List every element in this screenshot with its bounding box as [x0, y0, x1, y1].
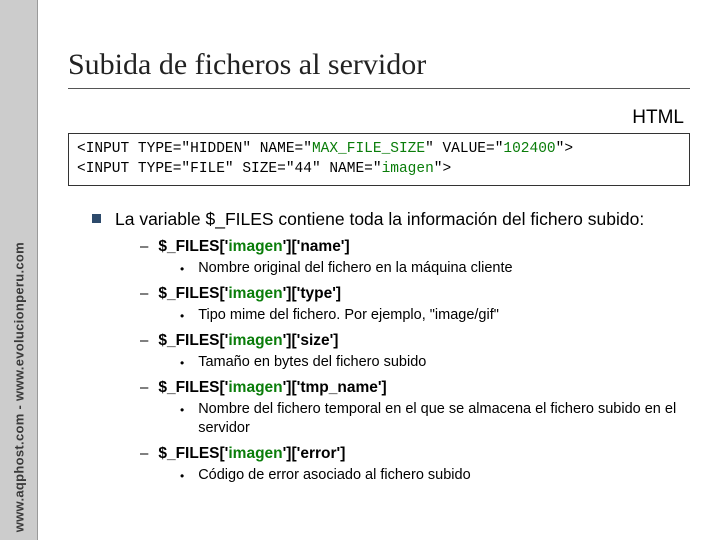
code-line-1: <INPUT TYPE="HIDDEN" NAME="MAX_FILE_SIZE…	[77, 141, 573, 157]
files-desc-row: • Nombre del fichero temporal en el que …	[140, 400, 690, 438]
sidebar: www.aqphost.com - www.evolucionperu.com	[0, 0, 38, 540]
files-key-row: – $_FILES['imagen']['name']	[140, 237, 690, 257]
dot-icon: •	[180, 469, 184, 483]
code-line-2: <INPUT TYPE="FILE" SIZE="44" NAME="image…	[77, 161, 451, 177]
bullet-item: La variable $_FILES contiene toda la inf…	[92, 208, 690, 231]
files-desc: Tamaño en bytes del fichero subido	[198, 353, 426, 372]
files-desc-row: • Nombre original del fichero en la máqu…	[140, 259, 690, 278]
slide-content: Subida de ficheros al servidor HTML <INP…	[38, 0, 720, 540]
files-key: $_FILES['imagen']['type']	[158, 284, 341, 304]
files-key-row: – $_FILES['imagen']['type']	[140, 284, 690, 304]
files-key: $_FILES['imagen']['tmp_name']	[158, 378, 386, 398]
files-key: $_FILES['imagen']['error']	[158, 444, 345, 464]
files-key: $_FILES['imagen']['size']	[158, 331, 338, 351]
slide-title: Subida de ficheros al servidor	[68, 48, 690, 82]
html-label: HTML	[68, 107, 690, 129]
files-key-row: – $_FILES['imagen']['size']	[140, 331, 690, 351]
files-desc: Tipo mime del fichero. Por ejemplo, "ima…	[198, 306, 499, 325]
files-key: $_FILES['imagen']['name']	[158, 237, 349, 257]
dash-icon: –	[140, 378, 148, 398]
code-box: <INPUT TYPE="HIDDEN" NAME="MAX_FILE_SIZE…	[68, 133, 690, 186]
files-desc: Código de error asociado al fichero subi…	[198, 466, 470, 485]
files-desc-row: • Tamaño en bytes del fichero subido	[140, 353, 690, 372]
dot-icon: •	[180, 309, 184, 323]
main-list: La variable $_FILES contiene toda la inf…	[68, 208, 690, 485]
square-bullet-icon	[92, 214, 101, 223]
files-key-row: – $_FILES['imagen']['tmp_name']	[140, 378, 690, 398]
dash-icon: –	[140, 444, 148, 464]
files-desc: Nombre original del fichero en la máquin…	[198, 259, 512, 278]
intro-text: La variable $_FILES contiene toda la inf…	[115, 208, 644, 231]
dot-icon: •	[180, 262, 184, 276]
dot-icon: •	[180, 356, 184, 370]
files-key-row: – $_FILES['imagen']['error']	[140, 444, 690, 464]
sidebar-url-text: www.aqphost.com - www.evolucionperu.com	[11, 242, 26, 532]
files-desc: Nombre del fichero temporal en el que se…	[198, 400, 690, 438]
dash-icon: –	[140, 237, 148, 257]
title-underline	[68, 88, 690, 89]
files-desc-row: • Código de error asociado al fichero su…	[140, 466, 690, 485]
files-desc-row: • Tipo mime del fichero. Por ejemplo, "i…	[140, 306, 690, 325]
sub-list: – $_FILES['imagen']['name'] • Nombre ori…	[92, 237, 690, 485]
dot-icon: •	[180, 403, 184, 417]
dash-icon: –	[140, 331, 148, 351]
dash-icon: –	[140, 284, 148, 304]
